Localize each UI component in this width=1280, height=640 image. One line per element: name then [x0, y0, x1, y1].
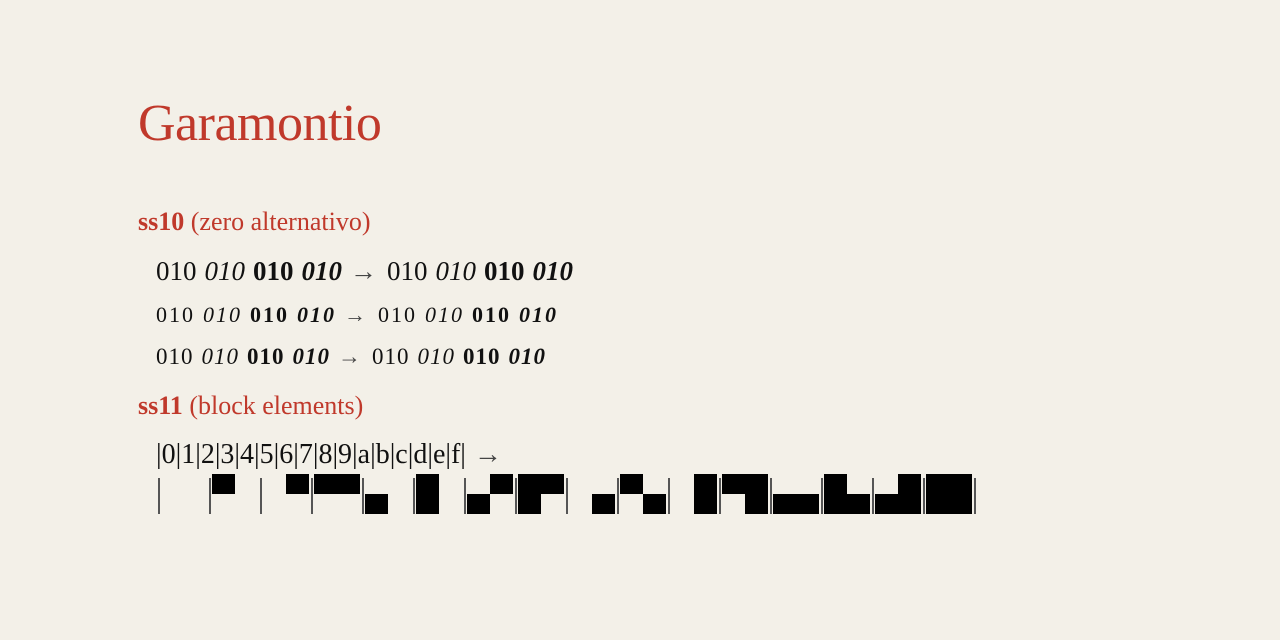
- separator-bar: [413, 478, 415, 514]
- separator-bar: [260, 478, 262, 514]
- block-quadrant: [824, 494, 847, 514]
- block-quadrant: [643, 494, 666, 514]
- sample-italic-alt: 010: [435, 256, 477, 286]
- sample-bold-alt: 010: [484, 256, 525, 286]
- block-quadrant: [796, 494, 819, 514]
- separator-bar: [515, 478, 517, 514]
- sample-italic-alt: 010: [425, 302, 464, 327]
- ss10-heading: ss10 (zero alternativo): [138, 206, 370, 238]
- sample-italic: 010: [201, 344, 239, 369]
- block-quadrant: [694, 494, 717, 514]
- sample-bold-italic: 010: [301, 256, 343, 286]
- separator-bar: [923, 478, 925, 514]
- separator-bar: [617, 478, 619, 514]
- sample-regular: 010: [156, 302, 195, 327]
- sample-italic: 010: [203, 302, 242, 327]
- block-quadrant: [286, 474, 309, 494]
- sample-row-1: 010 010 010 010 → 010 010 010 010: [156, 256, 581, 286]
- sample-bold-alt: 010: [463, 344, 501, 369]
- block-quadrant: [365, 494, 388, 514]
- block-quadrant: [745, 494, 768, 514]
- arrow-icon: →: [338, 344, 362, 369]
- separator-bar: [311, 478, 313, 514]
- block-quadrant: [314, 474, 337, 494]
- ss10-tag: ss10: [138, 207, 185, 236]
- block-quadrant: [337, 474, 360, 494]
- separator-bar: [362, 478, 364, 514]
- block-quadrant: [467, 494, 490, 514]
- separator-bar: [464, 478, 466, 514]
- separator-bar: [974, 478, 976, 514]
- separator-bar: [209, 478, 211, 514]
- ss11-tag: ss11: [138, 391, 183, 420]
- block-quadrant: [518, 474, 541, 494]
- block-quadrant: [212, 474, 235, 494]
- block-quadrant: [847, 494, 870, 514]
- ss11-description: (block elements): [189, 391, 364, 420]
- sample-regular: 010: [156, 256, 197, 286]
- sample-bold: 010: [247, 344, 285, 369]
- separator-bar: [566, 478, 568, 514]
- block-quadrant: [898, 474, 921, 494]
- block-quadrant: [490, 474, 513, 494]
- sample-row-3: 010 010 010 010 → 010 010 010 010: [156, 342, 554, 372]
- arrow-icon: →: [344, 302, 368, 327]
- sample-italic: 010: [204, 256, 246, 286]
- sample-bold-italic-alt: 010: [508, 344, 546, 369]
- block-quadrant: [416, 474, 439, 494]
- block-elements-glyphs: [158, 474, 976, 514]
- block-quadrant: [722, 474, 745, 494]
- block-quadrant: [949, 474, 972, 494]
- separator-bar: [158, 478, 160, 514]
- block-quadrant: [592, 494, 615, 514]
- sample-bold-italic-alt: 010: [532, 256, 574, 286]
- ss11-heading: ss11 (block elements): [138, 390, 363, 422]
- sample-bold-alt: 010: [472, 302, 511, 327]
- separator-bar: [668, 478, 670, 514]
- block-quadrant: [620, 474, 643, 494]
- separator-bar: [872, 478, 874, 514]
- sample-regular-alt: 010: [387, 256, 428, 286]
- sample-bold-italic-alt: 010: [519, 302, 558, 327]
- block-quadrant: [694, 474, 717, 494]
- block-quadrant: [875, 494, 898, 514]
- ss10-description: (zero alternativo): [190, 207, 371, 236]
- block-quadrant: [824, 474, 847, 494]
- block-quadrant: [745, 474, 768, 494]
- sample-regular-alt: 010: [372, 344, 410, 369]
- separator-bar: [770, 478, 772, 514]
- sample-regular-alt: 010: [378, 302, 417, 327]
- separator-bar: [719, 478, 721, 514]
- block-quadrant: [898, 494, 921, 514]
- page-title: Garamontio: [138, 95, 382, 152]
- block-quadrant: [926, 474, 949, 494]
- block-quadrant: [926, 494, 949, 514]
- sample-bold-italic: 010: [297, 302, 336, 327]
- sample-bold-italic: 010: [292, 344, 330, 369]
- arrow-icon: →: [350, 256, 377, 286]
- sample-bold: 010: [250, 302, 289, 327]
- sample-bold: 010: [253, 256, 294, 286]
- block-quadrant: [541, 474, 564, 494]
- sample-italic-alt: 010: [417, 344, 455, 369]
- sample-row-2: 010 010 010 010 → 010 010 010 010: [156, 300, 566, 330]
- block-quadrant: [416, 494, 439, 514]
- block-quadrant: [773, 494, 796, 514]
- arrow-icon: →: [473, 439, 502, 470]
- separator-bar: [821, 478, 823, 514]
- hex-sequence: |0|1|2|3|4|5|6|7|8|9|a|b|c|d|e|f| →: [156, 438, 502, 472]
- block-quadrant: [518, 494, 541, 514]
- block-quadrant: [949, 494, 972, 514]
- sample-regular: 010: [156, 344, 194, 369]
- hex-digits: |0|1|2|3|4|5|6|7|8|9|a|b|c|d|e|f|: [156, 439, 466, 470]
